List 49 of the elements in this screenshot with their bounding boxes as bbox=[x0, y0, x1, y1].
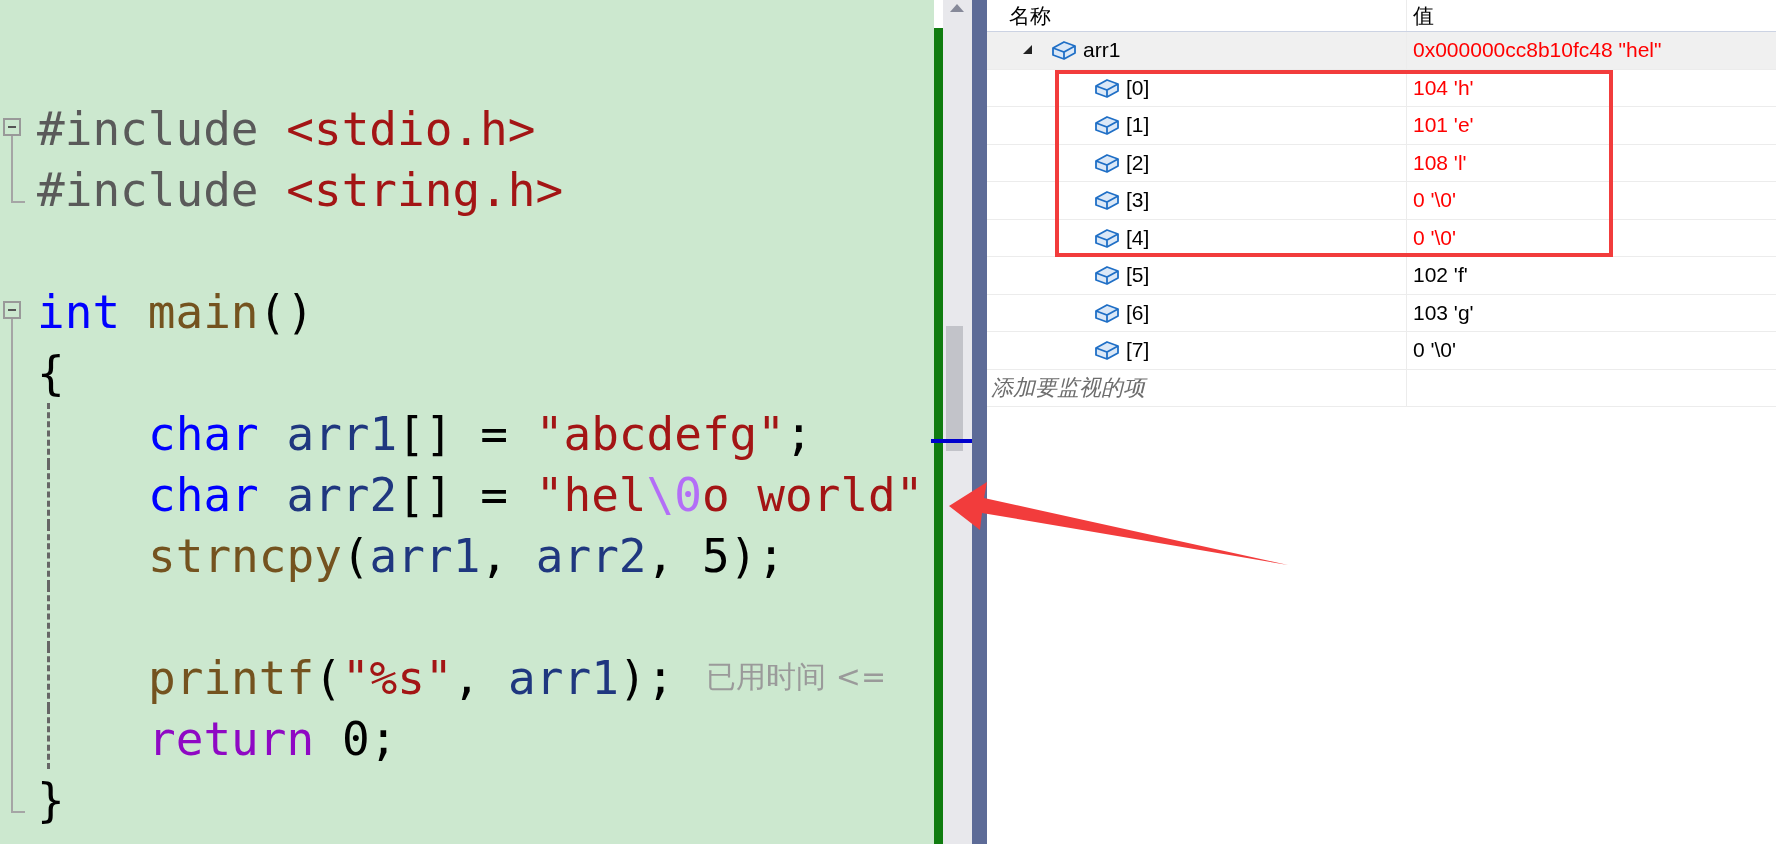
watch-value: 103 'g' bbox=[1412, 299, 1475, 326]
scrollbar[interactable] bbox=[943, 0, 972, 844]
cube-icon bbox=[1094, 189, 1120, 212]
collapse-icon[interactable] bbox=[3, 118, 21, 136]
watch-name: [6] bbox=[1126, 300, 1150, 325]
watch-value: 0 '\0' bbox=[1412, 187, 1458, 214]
watch-value: 104 'h' bbox=[1412, 74, 1475, 101]
watch-value: 0 '\0' bbox=[1412, 224, 1458, 251]
watch-name: [7] bbox=[1126, 338, 1150, 363]
code-line: return 0; bbox=[148, 711, 398, 766]
scroll-thumb[interactable] bbox=[946, 326, 963, 451]
code-line: } bbox=[37, 772, 65, 827]
watch-name: arr1 bbox=[1083, 38, 1121, 63]
code-line: int main() bbox=[37, 284, 314, 339]
watch-value: 102 'f' bbox=[1412, 262, 1469, 289]
expander-icon[interactable] bbox=[1023, 45, 1032, 54]
code-line: #include <stdio.h> bbox=[37, 101, 536, 156]
watch-name: [3] bbox=[1126, 188, 1150, 213]
scroll-up-icon[interactable] bbox=[950, 4, 964, 12]
code-line: char arr1[] = "abcdefg"; bbox=[148, 406, 813, 461]
cube-icon bbox=[1094, 339, 1120, 362]
code-editor[interactable]: #include <stdio.h> #include <string.h> int main() { char arr1[] = "abcdefg"; char arr2[] = "hel\0o world" strncpy(arr1, arr2, 5); printf("%s", arr1); 已用时间 <= return 0; } bbox=[0, 0, 934, 844]
column-header[interactable]: 名称 bbox=[987, 0, 1407, 31]
column-header[interactable]: 值 bbox=[1407, 0, 1776, 31]
cube-icon bbox=[1094, 76, 1120, 99]
cube-icon bbox=[1094, 301, 1120, 324]
watch-value: 0x000000cc8b10fc48 "hel" bbox=[1412, 37, 1663, 64]
cube-icon bbox=[1094, 114, 1120, 137]
cube-icon bbox=[1094, 264, 1120, 287]
watch-value: 108 'l' bbox=[1412, 149, 1468, 176]
cube-icon bbox=[1051, 39, 1077, 62]
code-line: printf("%s", arr1); bbox=[148, 650, 675, 705]
code-hint: 已用时间 <= bbox=[706, 658, 887, 696]
code-line: strncpy(arr1, arr2, 5); bbox=[148, 528, 785, 583]
watch-name: [0] bbox=[1126, 75, 1150, 100]
watch-name: [4] bbox=[1126, 225, 1150, 250]
watch-value: 101 'e' bbox=[1412, 112, 1475, 139]
collapse-icon[interactable] bbox=[3, 301, 21, 319]
watch-name: [1] bbox=[1126, 113, 1150, 138]
watch-name: [2] bbox=[1126, 150, 1150, 175]
cube-icon bbox=[1094, 151, 1120, 174]
code-line: #include <string.h> bbox=[37, 162, 564, 217]
code-line: { bbox=[37, 345, 65, 400]
add-watch-field[interactable]: 添加要监视的项 bbox=[989, 374, 1393, 402]
code-line: char arr2[] = "hel\0o world" bbox=[148, 467, 924, 522]
cube-icon bbox=[1094, 226, 1120, 249]
watch-name: [5] bbox=[1126, 263, 1150, 288]
watch-value: 0 '\0' bbox=[1412, 337, 1458, 364]
caret-marker bbox=[931, 439, 972, 443]
